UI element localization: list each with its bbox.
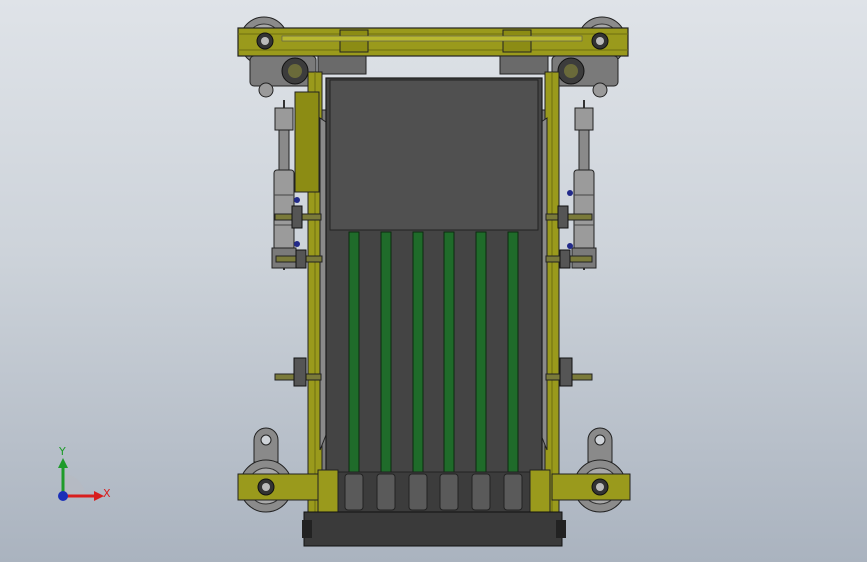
left-pneumatic-cylinder: [271, 100, 297, 270]
top-left-clamp: [317, 55, 367, 75]
x-axis-label: X: [103, 487, 111, 500]
belt-strip: [507, 231, 519, 513]
belt-cover-plate: [329, 79, 539, 231]
top-cross-beam: [237, 27, 629, 57]
belt-strip: [348, 231, 360, 513]
bottom-right-lifting-eye: [587, 427, 613, 463]
bottom-left-shaft-end: [302, 520, 312, 538]
bottom-left-post: [317, 469, 339, 515]
z-axis-dot: [58, 491, 68, 501]
bottom-right-post: [529, 469, 551, 515]
left-mount-plate: [294, 91, 320, 193]
bottom-right-beam: [551, 473, 631, 501]
belt-strip: [412, 231, 424, 513]
bottom-right-bolt: [591, 478, 609, 496]
belt-strip: [475, 231, 487, 513]
top-right-bolt: [591, 32, 609, 50]
belt-strip: [443, 231, 455, 513]
bottom-left-bolt: [257, 478, 275, 496]
belt-strip: [380, 231, 392, 513]
right-pneumatic-cylinder: [571, 100, 597, 270]
cad-viewport[interactable]: Y X: [0, 0, 867, 562]
axis-triad: Y X: [58, 445, 111, 501]
top-left-bolt: [256, 32, 274, 50]
y-axis-label: Y: [58, 445, 66, 458]
conveyor-assembly-drawing[interactable]: Y X: [0, 0, 867, 562]
right-flange-bearing: [551, 55, 619, 98]
y-axis-arrow-head: [58, 458, 68, 468]
left-flange-bearing: [249, 55, 317, 98]
bottom-left-beam: [237, 473, 319, 501]
bottom-right-shaft-end: [556, 520, 566, 538]
bottom-end-roller: [303, 511, 563, 547]
top-right-clamp: [499, 55, 549, 75]
bottom-left-lifting-eye: [253, 427, 279, 463]
bottom-comb: [329, 471, 539, 513]
